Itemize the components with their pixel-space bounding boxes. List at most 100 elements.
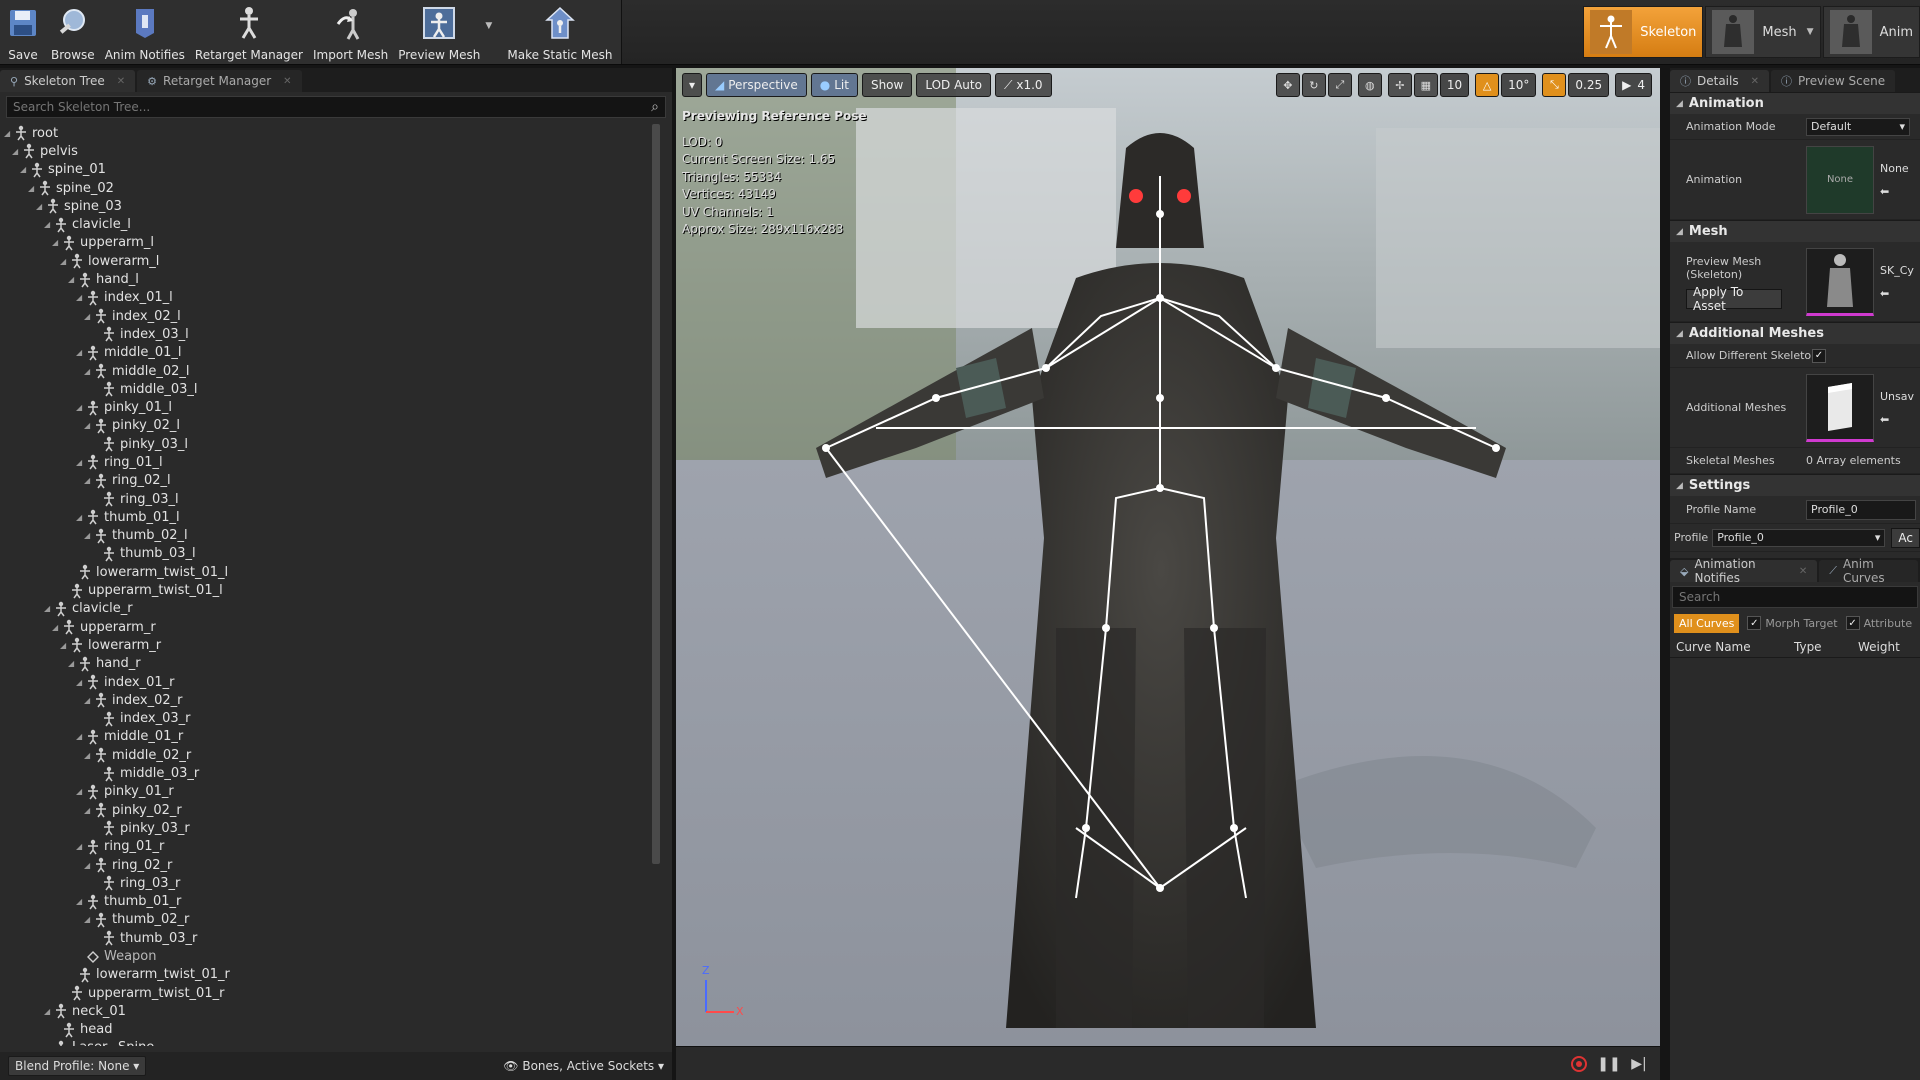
section-additional-meshes[interactable]: ◢ Additional Meshes (1670, 322, 1920, 344)
pause-icon[interactable]: ❚❚ (1597, 1053, 1620, 1075)
grid-snap-value[interactable]: 10 (1439, 73, 1470, 97)
expand-arrow-icon[interactable]: ◢ (76, 842, 86, 851)
expand-arrow-icon[interactable]: ◢ (84, 861, 94, 870)
close-icon[interactable]: ✕ (117, 76, 125, 87)
tree-row-index-02-l[interactable]: ◢ index_02_l (4, 307, 654, 325)
expand-arrow-icon[interactable]: ◢ (84, 915, 94, 924)
tree-row-middle-02-l[interactable]: ◢ middle_02_l (4, 362, 654, 380)
rotation-snap-icon[interactable]: △ (1475, 73, 1500, 97)
lod-button[interactable]: LOD Auto (916, 73, 991, 97)
close-icon[interactable]: ✕ (283, 76, 291, 87)
scale-snap-value[interactable]: 0.25 (1568, 73, 1610, 97)
tree-row-index-02-r[interactable]: ◢ index_02_r (4, 691, 654, 709)
tab-animation-notifies[interactable]: ⬙ Animation Notifies ✕ (1670, 557, 1818, 585)
expand-arrow-icon[interactable]: ◢ (52, 623, 62, 632)
tree-row-thumb-03-r[interactable]: thumb_03_r (4, 929, 654, 947)
additional-mesh-thumbnail[interactable] (1806, 373, 1874, 442)
tree-scrollbar[interactable] (652, 124, 660, 864)
tree-row-root[interactable]: ◢ root (4, 124, 654, 142)
attribute-checkbox[interactable]: ✓ (1845, 616, 1860, 630)
tree-row-weapon[interactable]: Weapon (4, 947, 654, 965)
close-icon[interactable]: ✕ (1751, 76, 1759, 87)
tree-row-index-03-l[interactable]: index_03_l (4, 325, 654, 343)
expand-arrow-icon[interactable]: ◢ (84, 312, 94, 321)
make-static-mesh-button[interactable]: Make Static Mesh (495, 0, 620, 64)
use-selected-icon[interactable]: ⬅ (1880, 287, 1914, 300)
preview-mesh-value[interactable]: SK_Cy (1880, 264, 1914, 277)
tree-row-pinky-02-l[interactable]: ◢ pinky_02_l (4, 417, 654, 435)
tree-row-ring-03-r[interactable]: ring_03_r (4, 874, 654, 892)
tree-row-pelvis[interactable]: ◢ pelvis (4, 142, 654, 160)
section-mesh[interactable]: ◢ Mesh (1670, 220, 1920, 242)
expand-arrow-icon[interactable]: ◢ (44, 220, 54, 229)
tree-row-spine-02[interactable]: ◢ spine_02 (4, 179, 654, 197)
expand-arrow-icon[interactable]: ◢ (68, 275, 78, 284)
expand-arrow-icon[interactable]: ◢ (84, 421, 94, 430)
tree-row-middle-01-l[interactable]: ◢ middle_01_l (4, 344, 654, 362)
scale-snap-icon[interactable]: ⤡ (1542, 73, 1567, 97)
expand-arrow-icon[interactable]: ◢ (60, 641, 70, 650)
tree-row-index-03-r[interactable]: index_03_r (4, 710, 654, 728)
expand-arrow-icon[interactable]: ◢ (76, 787, 86, 796)
tree-row-thumb-02-r[interactable]: ◢ thumb_02_r (4, 911, 654, 929)
profile-dropdown[interactable]: Profile_0 ▾ (1712, 528, 1886, 547)
tree-row-hand-l[interactable]: ◢ hand_l (4, 270, 654, 288)
mesh-mode-dropdown-icon[interactable]: ▼ (1807, 27, 1814, 37)
animation-thumbnail[interactable]: None (1806, 145, 1874, 214)
rotation-snap-value[interactable]: 10° (1501, 73, 1537, 97)
tree-row-index-01-r[interactable]: ◢ index_01_r (4, 673, 654, 691)
expand-arrow-icon[interactable]: ◢ (76, 897, 86, 906)
preview-mesh-dropdown-icon[interactable]: ▼ (485, 21, 495, 31)
tree-row-ring-02-r[interactable]: ◢ ring_02_r (4, 856, 654, 874)
tree-row-neck-01[interactable]: ◢ neck_01 (4, 1002, 654, 1020)
expand-arrow-icon[interactable]: ◢ (68, 659, 78, 668)
expand-arrow-icon[interactable]: ◢ (76, 732, 86, 741)
tree-row-pinky-03-l[interactable]: pinky_03_l (4, 435, 654, 453)
tree-row-ring-03-l[interactable]: ring_03_l (4, 490, 654, 508)
expand-arrow-icon[interactable]: ◢ (52, 238, 62, 247)
curves-search-input[interactable] (1679, 590, 1911, 604)
tree-row-ring-02-l[interactable]: ◢ ring_02_l (4, 472, 654, 490)
tree-row-middle-03-r[interactable]: middle_03_r (4, 764, 654, 782)
tree-row-lowerarm-twist-01-r[interactable]: lowerarm_twist_01_r (4, 966, 654, 984)
preview-mesh-button[interactable]: Preview Mesh (393, 0, 485, 64)
tree-row-lowerarm-twist-01-l[interactable]: lowerarm_twist_01_l (4, 563, 654, 581)
use-selected-icon[interactable]: ⬅ (1880, 185, 1909, 198)
tree-row-lowerarm-r[interactable]: ◢ lowerarm_r (4, 636, 654, 654)
save-button[interactable]: Save (0, 0, 46, 64)
expand-arrow-icon[interactable]: ◢ (84, 367, 94, 376)
expand-arrow-icon[interactable]: ◢ (76, 678, 86, 687)
tab-skeleton-tree[interactable]: ⚲ Skeleton Tree ✕ (0, 70, 136, 92)
show-button[interactable]: Show (861, 73, 913, 97)
tree-row-pinky-02-r[interactable]: ◢ pinky_02_r (4, 801, 654, 819)
expand-arrow-icon[interactable]: ◢ (76, 403, 86, 412)
camera-speed-button[interactable]: ▶ 4 (1615, 73, 1652, 97)
tab-anim-curves[interactable]: ⟋ Anim Curves (1819, 557, 1918, 585)
tree-row-middle-02-r[interactable]: ◢ middle_02_r (4, 746, 654, 764)
record-icon[interactable] (1568, 1053, 1590, 1075)
import-mesh-button[interactable]: Import Mesh (308, 0, 393, 64)
lit-button[interactable]: ● Lit (810, 73, 858, 97)
blend-profile-dropdown[interactable]: Blend Profile: None ▾ (8, 1056, 147, 1076)
preview-viewport[interactable]: Z X ▾ ◢ Perspective ● Lit Show LOD Auto … (676, 68, 1660, 1080)
tree-row-lowerarm-l[interactable]: ◢ lowerarm_l (4, 252, 654, 270)
surface-snap-icon[interactable]: ✢ (1387, 73, 1412, 97)
section-settings[interactable]: ◢ Settings (1670, 474, 1920, 496)
tree-row-pinky-03-r[interactable]: pinky_03_r (4, 819, 654, 837)
scale-icon[interactable]: ⤢ (1327, 73, 1352, 97)
expand-arrow-icon[interactable]: ◢ (20, 165, 30, 174)
browse-button[interactable]: Browse (46, 0, 100, 64)
expand-arrow-icon[interactable]: ◢ (76, 293, 86, 302)
retarget-manager-button[interactable]: Retarget Manager (190, 0, 308, 64)
tree-row-spine-01[interactable]: ◢ spine_01 (4, 161, 654, 179)
tree-row-hand-r[interactable]: ◢ hand_r (4, 655, 654, 673)
expand-arrow-icon[interactable]: ◢ (84, 531, 94, 540)
expand-arrow-icon[interactable]: ◢ (76, 513, 86, 522)
playback-speed-button[interactable]: ⟋ x1.0 (994, 73, 1052, 97)
tree-row-upperarm-twist-01-l[interactable]: upperarm_twist_01_l (4, 581, 654, 599)
tab-preview-scene[interactable]: ⓘ Preview Scene (1771, 70, 1896, 92)
additional-mesh-value[interactable]: Unsav (1880, 390, 1914, 403)
tree-row-upperarm-l[interactable]: ◢ upperarm_l (4, 234, 654, 252)
tree-row-thumb-01-l[interactable]: ◢ thumb_01_l (4, 508, 654, 526)
skeleton-mode-button[interactable]: Skeleton (1583, 6, 1704, 58)
